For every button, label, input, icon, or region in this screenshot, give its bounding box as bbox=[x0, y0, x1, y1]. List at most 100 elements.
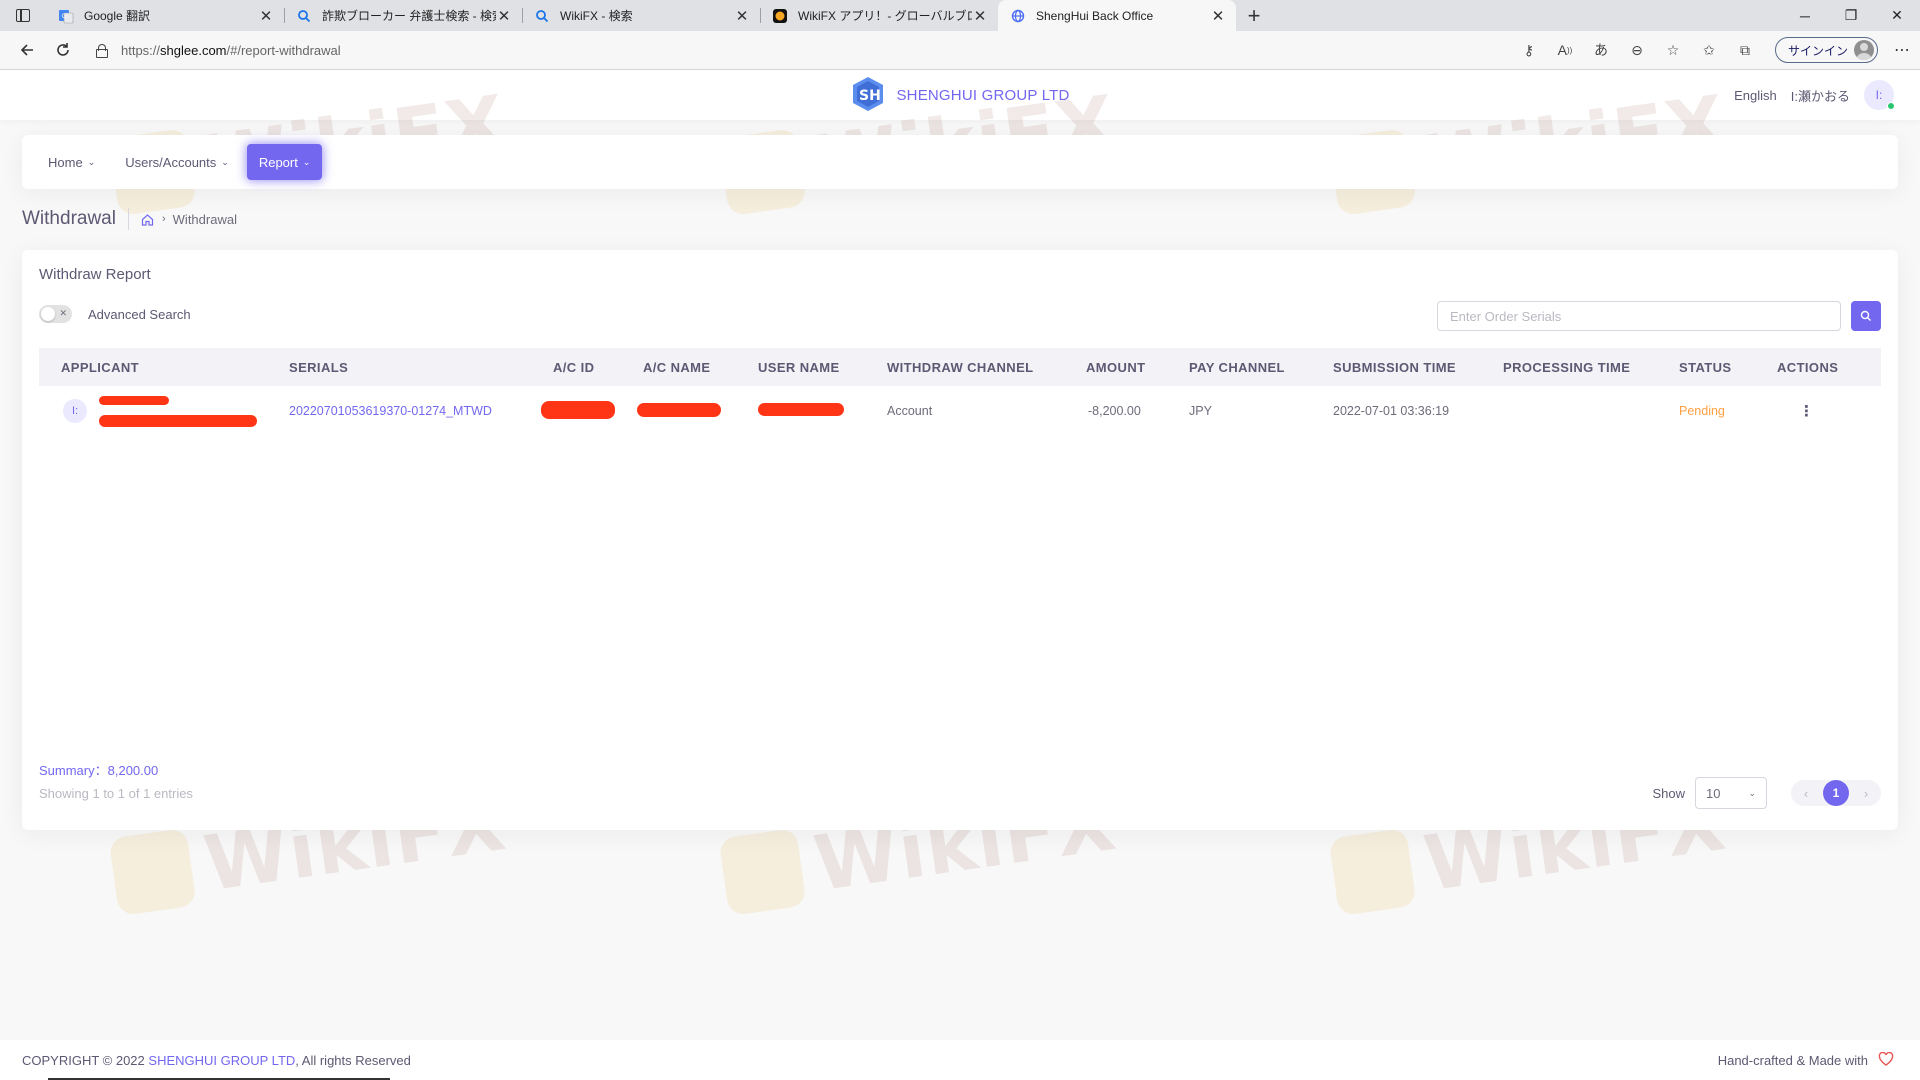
menu-item-label: Report bbox=[258, 154, 298, 170]
close-tab-icon[interactable]: ✕ bbox=[972, 8, 988, 25]
next-page-icon[interactable]: › bbox=[1853, 780, 1879, 806]
signin-button[interactable]: サインイン bbox=[1774, 37, 1878, 63]
table-header-row: APPLICANT SERIALS A/C ID A/C NAME USER N… bbox=[39, 348, 1881, 386]
redacted-applicant bbox=[99, 395, 257, 427]
search-button[interactable] bbox=[1851, 301, 1881, 331]
svg-text:SH: SH bbox=[859, 88, 881, 104]
page-button-current[interactable]: 1 bbox=[1823, 780, 1849, 806]
prev-page-icon[interactable]: ‹ bbox=[1793, 780, 1819, 806]
entries-info: Showing 1 to 1 of 1 entries bbox=[39, 786, 193, 801]
redacted-user-name bbox=[758, 403, 844, 416]
column-header[interactable]: USER NAME bbox=[752, 348, 881, 386]
page-size-select[interactable]: 10 ⌄ bbox=[1695, 777, 1767, 809]
menu-item-home[interactable]: Home ⌄ bbox=[36, 144, 107, 180]
restore-icon[interactable]: ❐ bbox=[1828, 0, 1874, 31]
column-header[interactable]: PAY CHANNEL bbox=[1183, 348, 1327, 386]
add-favorite-icon[interactable]: ☆ bbox=[1655, 35, 1691, 65]
brand-name: SHENGHUI GROUP LTD bbox=[896, 86, 1070, 104]
menu-item-report[interactable]: Report ⌄ bbox=[246, 144, 323, 180]
minimize-icon[interactable]: ─ bbox=[1782, 0, 1828, 31]
address-bar: https://shglee.com/#/report-withdrawal ⚷… bbox=[0, 31, 1920, 70]
watermark-logo-icon bbox=[718, 827, 807, 916]
language-selector[interactable]: English bbox=[1734, 88, 1777, 103]
processing-time-cell bbox=[1497, 386, 1673, 436]
google-translate-icon: G bbox=[58, 8, 74, 24]
close-tab-icon[interactable]: ✕ bbox=[496, 8, 512, 25]
key-icon[interactable]: ⚷ bbox=[1511, 35, 1547, 65]
show-label: Show bbox=[1652, 785, 1685, 801]
ac-id-cell bbox=[541, 386, 637, 436]
column-header[interactable]: ACTIONS bbox=[1771, 348, 1881, 386]
user-name-cell bbox=[752, 386, 881, 436]
redacted-ac-name bbox=[637, 402, 721, 417]
close-tab-icon[interactable]: ✕ bbox=[258, 8, 274, 25]
actions-cell: ⋮ bbox=[1771, 386, 1881, 436]
copyright-prefix: COPYRIGHT © 2022 bbox=[22, 1052, 145, 1068]
tab-title: WikiFX - 検索 bbox=[560, 9, 633, 23]
redacted-ac-id bbox=[541, 400, 615, 419]
user-avatar[interactable]: I: bbox=[1864, 80, 1895, 110]
advanced-search-toggle[interactable]: ✕ bbox=[39, 305, 72, 323]
submission-time-cell: 2022-07-01 03:36:19 bbox=[1333, 404, 1450, 418]
search-icon bbox=[1860, 310, 1871, 321]
column-header[interactable]: PROCESSING TIME bbox=[1497, 348, 1673, 386]
menu-item-users-accounts[interactable]: Users/Accounts ⌄ bbox=[113, 144, 241, 180]
serial-cell: 20220701053619370-01274_MTWD bbox=[283, 386, 547, 436]
translate-icon[interactable]: あ bbox=[1583, 35, 1619, 65]
collections-icon[interactable]: ⧉ bbox=[1727, 35, 1763, 65]
url-path: /#/report-withdrawal bbox=[226, 42, 341, 58]
column-header[interactable]: APPLICANT bbox=[39, 348, 283, 386]
chevron-down-icon: ⌄ bbox=[87, 157, 96, 167]
pagination: Show 10 ⌄ ‹ 1 › bbox=[1652, 777, 1881, 809]
column-header[interactable]: SERIALS bbox=[283, 348, 547, 386]
status-cell: Pending bbox=[1673, 386, 1771, 436]
column-header[interactable]: AMOUNT bbox=[1080, 348, 1183, 386]
column-header[interactable]: SUBMISSION TIME bbox=[1327, 348, 1497, 386]
order-serial-search-input[interactable] bbox=[1437, 301, 1841, 331]
table-row: I: 20220701053619370-01274_MTWD Account … bbox=[39, 386, 1881, 436]
tab-title: WikiFX アプリ！- グローバルブローカー bbox=[798, 9, 972, 23]
browser-tab[interactable]: 詐欺ブローカー 弁護士検索 - 検索 ✕ bbox=[284, 0, 522, 31]
home-icon[interactable] bbox=[141, 212, 155, 226]
back-icon[interactable] bbox=[9, 34, 45, 66]
tab-title: Google 翻訳 bbox=[84, 9, 151, 23]
favorites-icon[interactable]: ✩ bbox=[1691, 35, 1727, 65]
browser-tab[interactable]: G Google 翻訳 ✕ bbox=[46, 0, 284, 31]
serial-link[interactable]: 20220701053619370-01274_MTWD bbox=[289, 404, 492, 418]
footer-copyright: COPYRIGHT © 2022 SHENGHUI GROUP LTD, All… bbox=[22, 1053, 411, 1068]
close-tab-icon[interactable]: ✕ bbox=[734, 8, 750, 25]
more-options-icon[interactable]: ⋯ bbox=[1884, 40, 1920, 60]
reload-icon[interactable] bbox=[45, 34, 81, 66]
svg-text:G: G bbox=[62, 13, 67, 20]
chevron-down-icon: ⌄ bbox=[1748, 787, 1756, 798]
browser-tab-active[interactable]: ShengHui Back Office ✕ bbox=[998, 0, 1236, 31]
tab-actions-icon bbox=[16, 9, 30, 22]
brand[interactable]: SH SHENGHUI GROUP LTD bbox=[850, 75, 1069, 116]
read-aloud-icon[interactable]: A)) bbox=[1547, 35, 1583, 65]
url-field[interactable]: https://shglee.com/#/report-withdrawal bbox=[95, 35, 1511, 65]
advanced-search: ✕ Advanced Search bbox=[39, 305, 191, 323]
column-header[interactable]: WITHDRAW CHANNEL bbox=[881, 348, 1080, 386]
window-controls: ─ ❐ ✕ bbox=[1782, 0, 1920, 31]
heart-icon bbox=[1878, 1051, 1894, 1069]
column-header[interactable]: STATUS bbox=[1673, 348, 1771, 386]
more-vertical-icon[interactable]: ⋮ bbox=[1777, 403, 1814, 420]
close-window-icon[interactable]: ✕ bbox=[1874, 0, 1920, 31]
user-name[interactable]: I:瀬かおる bbox=[1791, 86, 1850, 105]
serial-search bbox=[1437, 301, 1881, 331]
browser-tab[interactable]: WikiFX アプリ！- グローバルブローカー ✕ bbox=[760, 0, 998, 31]
tab-actions-button[interactable] bbox=[0, 0, 46, 31]
browser-tab[interactable]: WikiFX - 検索 ✕ bbox=[522, 0, 760, 31]
applicant: I: bbox=[45, 395, 283, 427]
close-icon: ✕ bbox=[59, 308, 67, 318]
brand-logo-icon: SH bbox=[850, 75, 886, 116]
footer-brand-link[interactable]: SHENGHUI GROUP LTD bbox=[148, 1053, 295, 1068]
ac-name-cell bbox=[637, 386, 752, 436]
new-tab-button[interactable]: + bbox=[1236, 0, 1272, 31]
toggle-knob bbox=[41, 307, 55, 321]
close-tab-icon[interactable]: ✕ bbox=[1210, 8, 1226, 25]
zoom-out-icon[interactable]: ⊖ bbox=[1619, 35, 1655, 65]
column-header[interactable]: A/C ID bbox=[547, 348, 637, 386]
address-bar-icons: ⚷ A)) あ ⊖ ☆ ✩ ⧉ bbox=[1511, 35, 1763, 65]
column-header[interactable]: A/C NAME bbox=[637, 348, 752, 386]
